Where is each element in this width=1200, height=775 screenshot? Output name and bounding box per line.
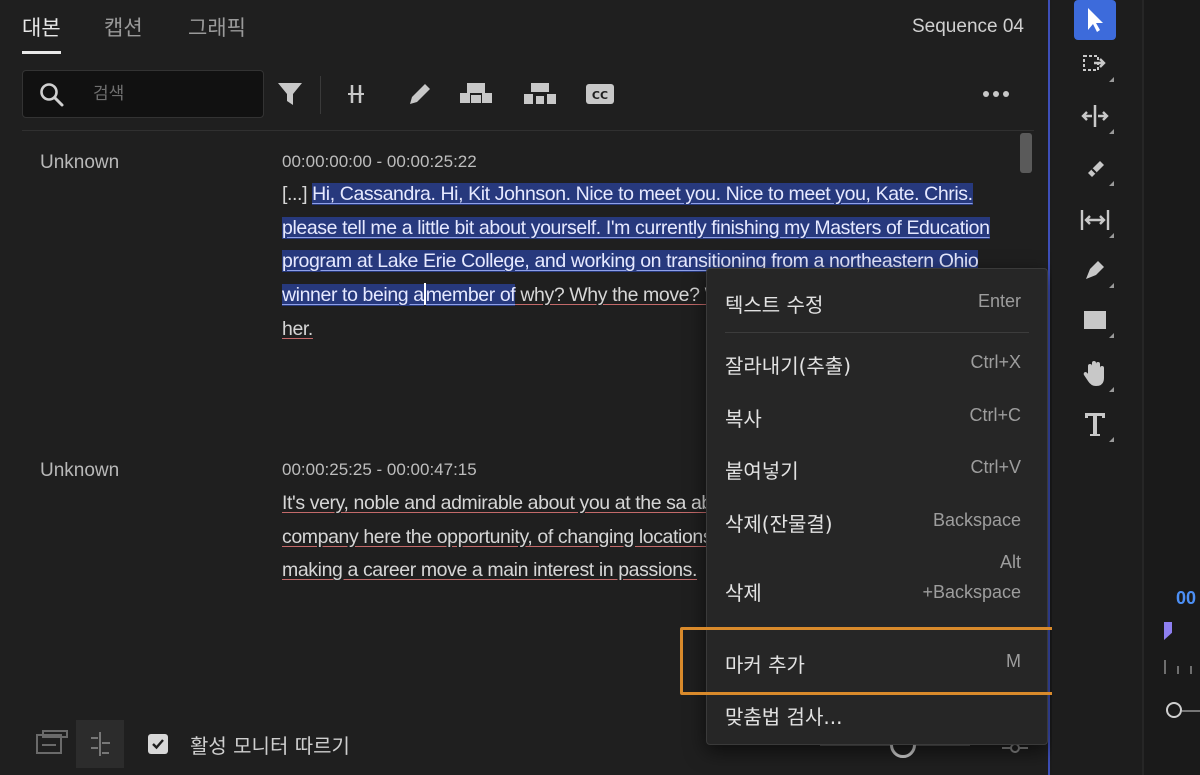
menu-item-paste[interactable]: 붙여넣기 Ctrl+V [707,443,1047,493]
timeline-timecode[interactable]: 00 [1176,588,1196,609]
menu-item-shortcut: Ctrl+X [970,352,1021,372]
toolbar-divider-line [22,130,1034,131]
menu-item-shortcut: Ctrl+V [970,457,1021,477]
menu-item-shortcut: Ctrl+C [969,405,1021,425]
toolbar-divider [320,76,321,114]
add-marker-highlight [680,627,1062,695]
speaker-label[interactable]: Unknown [40,460,119,482]
menu-item-label: 잘라내기(추출) [725,354,852,378]
menu-item-label: 삭제 [725,581,762,605]
timeline-ruler [1164,660,1192,674]
rectangle-tool-icon[interactable] [1074,300,1116,340]
menu-item-cut[interactable]: 잘라내기(추출) Ctrl+X [707,338,1047,388]
menu-item-label: 맞춤법 검사... [725,705,843,729]
menu-item-ripple-delete[interactable]: 삭제(잔물결) Backspace [707,496,1047,546]
menu-item-label: 복사 [725,407,762,431]
more-icon[interactable] [976,74,1016,114]
menu-item-label: 텍스트 수정 [725,293,824,317]
razor-tool-icon[interactable] [1074,148,1116,188]
menu-item-shortcut: Backspace [932,510,1021,530]
speaker-label[interactable]: Unknown [40,152,119,174]
pen-tool-icon[interactable] [1074,250,1116,290]
tab-captions[interactable]: 캡션 [104,12,143,48]
menu-item-shortcut: Alt [999,552,1021,572]
timeline-zoom-track[interactable] [1182,710,1200,712]
menu-separator [725,332,1029,333]
menu-item-label: 붙여넣기 [725,459,799,483]
selected-text-tail[interactable]: member of [425,284,516,307]
track-select-tool-icon[interactable] [1074,44,1116,84]
menu-item-shortcut: Enter [977,291,1021,311]
checkmark-icon [152,739,164,750]
transcript-toolbar: CC [0,62,1048,126]
segment-timecode: 00:00:00:00 - 00:00:25:22 [282,152,477,171]
menu-item-delete[interactable]: 삭제 Alt +Backspace [707,552,1047,619]
timeline-zoom-knob[interactable] [1166,702,1182,718]
tools-panel [1052,0,1142,775]
menu-item-spell-check[interactable]: 맞춤법 검사... [707,689,1047,739]
filter-icon[interactable] [270,74,310,114]
tab-graphics[interactable]: 그래픽 [188,12,246,48]
timeline-sync-icon[interactable] [76,720,124,768]
menu-item-copy[interactable]: 복사 Ctrl+C [707,391,1047,441]
split-icon[interactable] [336,74,376,114]
menu-item-label: 삭제(잔물결) [725,512,833,536]
pencil-icon[interactable] [400,74,440,114]
segment-timecode: 00:00:25:25 - 00:00:47:15 [282,460,477,479]
cc-icon[interactable]: CC [580,74,620,114]
tab-transcript[interactable]: 대본 [22,12,61,54]
timeline-panel-edge: 00 [1142,0,1200,775]
menu-item-shortcut: +Backspace [922,582,1021,602]
hand-tool-icon[interactable] [1074,354,1116,394]
playhead-icon[interactable] [1164,622,1172,640]
merge-icon[interactable] [456,74,496,114]
follow-monitor-checkbox[interactable] [148,734,168,754]
ripple-edit-tool-icon[interactable] [1074,96,1116,136]
slip-tool-icon[interactable] [1074,200,1116,240]
segment-prefix: [...] [282,183,313,205]
sync-transcript-icon[interactable] [28,720,76,768]
type-tool-icon[interactable] [1074,404,1116,444]
selected-words-tail[interactable]: member of [426,284,516,306]
search-icon [40,83,64,107]
selection-tool-icon[interactable] [1074,0,1116,40]
search-box[interactable] [22,70,264,118]
panel-tabs: 대본 캡션 그래픽 Sequence 04 [0,0,1048,58]
sequence-name: Sequence 04 [912,16,1024,37]
scrollbar-thumb[interactable] [1020,133,1032,173]
svg-text:CC: CC [592,89,608,102]
menu-item-edit-text[interactable]: 텍스트 수정 Enter [707,277,1047,327]
follow-monitor-label: 활성 모니터 따르기 [190,734,350,758]
split-segment-icon[interactable] [520,74,560,114]
search-input[interactable] [93,79,253,109]
